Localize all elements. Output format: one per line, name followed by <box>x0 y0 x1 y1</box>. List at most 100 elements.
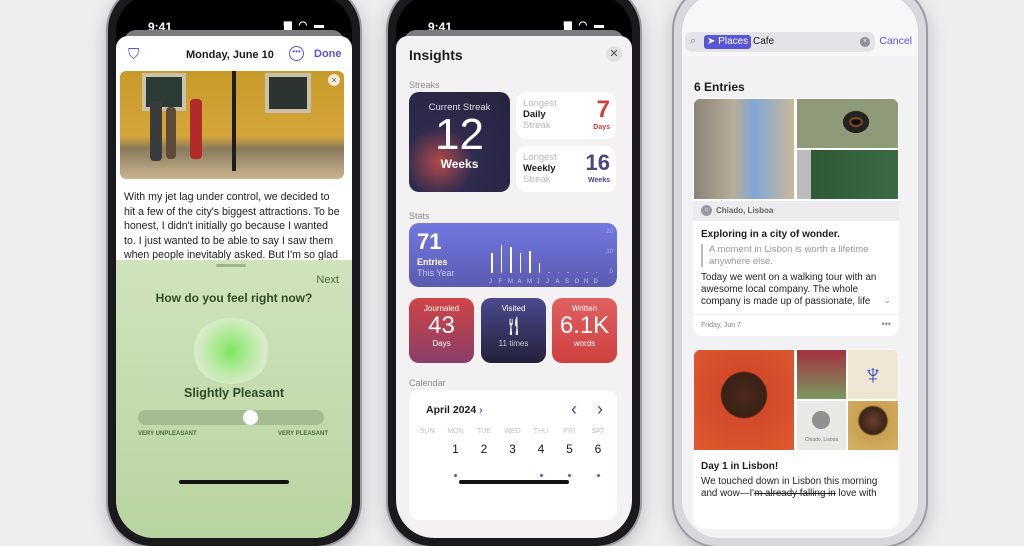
location-bar: ⌂ Chiado, Lisboa <box>693 201 899 221</box>
monthly-entries-chart: J F M A M J J A S O N D 20 10 0 <box>485 229 615 285</box>
mood-value-label: Slightly Pleasant <box>183 386 285 400</box>
previous-month-icon[interactable]: ‹ <box>571 399 577 420</box>
results-count: 6 Entries <box>694 80 745 94</box>
bookmark-icon[interactable]: ⛉ <box>128 46 139 63</box>
weekly-value: 16 <box>585 150 610 175</box>
map-thumbnail[interactable]: Chiado, Lisboa <box>797 401 846 450</box>
calendar-day[interactable]: 2 <box>470 442 498 456</box>
entries-label: Entries <box>417 257 448 267</box>
entry-photo <box>694 99 794 199</box>
mood-question: How do you feel right now? <box>155 291 313 305</box>
remove-photo-icon[interactable]: × <box>328 74 340 86</box>
entry-photo <box>797 99 898 148</box>
places-token[interactable]: ➤ Places <box>704 35 752 49</box>
insights-title: Insights <box>409 47 463 63</box>
entry-excerpt: Today we went on a walking tour with an … <box>701 272 877 307</box>
entry-photo <box>797 150 898 199</box>
phone-search: 9:41▂▄▆ ◠ ▬ ⌕ ➤ Places Cafe × Cancel 6 E… <box>674 0 926 546</box>
chart-bar <box>595 272 597 273</box>
chart-month-label: J <box>489 279 492 285</box>
phone-insights: 9:41 ▂▄▆ ◠ ▬ Insights ✕ Streaks Current S… <box>388 0 640 546</box>
cancel-button[interactable]: Cancel <box>879 35 912 47</box>
slider-knob[interactable] <box>242 410 258 425</box>
mood-slider[interactable] <box>138 410 324 425</box>
calendar-day[interactable]: 1 <box>442 442 470 456</box>
more-options-icon[interactable]: ••• <box>289 46 304 61</box>
current-streak-value: 12 <box>435 110 484 159</box>
chart-bar <box>567 272 569 273</box>
search-field[interactable]: ⌕ ➤ Places Cafe × <box>685 32 875 52</box>
daily-l2: Daily <box>523 109 546 120</box>
mood-panel: Next How do you feel right now? Slightly… <box>116 260 352 538</box>
location-arrow-icon: ➤ <box>707 36 716 47</box>
chart-month-label: O <box>574 279 580 285</box>
close-icon[interactable]: ✕ <box>606 46 622 62</box>
more-options-icon[interactable]: ••• <box>882 319 891 329</box>
home-indicator <box>179 480 289 484</box>
clear-search-icon[interactable]: × <box>860 37 870 47</box>
longest-daily-streak-card[interactable]: Longest Daily Streak 7 Days <box>516 92 616 139</box>
weekday-label: SAT <box>591 428 605 435</box>
daily-l3: Streak <box>523 120 551 131</box>
slider-max-label: VERY PLEASANT <box>277 431 328 437</box>
map-label: Chiado, Lisboa <box>804 437 839 443</box>
location-label: Chiado, Lisboa <box>716 206 774 215</box>
mood-orb[interactable] <box>192 318 270 384</box>
chart-month-label: D <box>593 279 598 285</box>
calendar-day[interactable]: 4 <box>527 442 555 456</box>
screen: 9:41 ▂▄▆ ◠ ▬ ⛉ Monday, June 10 ••• Done ×… <box>116 0 352 538</box>
weekday-label: MON <box>447 428 464 435</box>
chart-bar <box>557 272 559 273</box>
entry-card[interactable]: ⌂ Chiado, Lisboa Exploring in a city of … <box>693 98 899 336</box>
daily-unit: Days <box>593 124 610 131</box>
insights-sheet: Insights ✕ Streaks Current Streak 12 Wee… <box>396 36 632 538</box>
entry-dot <box>584 464 612 482</box>
entry-card[interactable]: ♆ Chiado, Lisboa Day 1 in Lisbon! We tou… <box>693 349 899 529</box>
chart-month-label: S <box>565 279 570 285</box>
next-button[interactable]: Next <box>316 274 339 286</box>
stats-label: Stats <box>409 211 430 221</box>
weekday-label: TUE <box>477 428 491 435</box>
chart-month-label: J <box>536 279 540 285</box>
calendar-day[interactable]: 6 <box>584 442 612 456</box>
chart-month-label: A <box>555 279 560 285</box>
grabber[interactable] <box>216 264 246 267</box>
entries-value: 71 <box>417 229 442 254</box>
streaks-label: Streaks <box>409 80 440 90</box>
weekday-label: WED <box>504 428 521 435</box>
excerpt-part: love with <box>835 488 877 499</box>
chart-month-label: M <box>508 279 513 285</box>
entry-quote: A moment in Lisbon is worth a lifetime a… <box>701 244 891 267</box>
search-query: Cafe <box>753 36 775 47</box>
visited-unit: 11 times <box>498 339 529 348</box>
written-value: 6.1K <box>559 312 610 339</box>
entry-title: Exploring in a city of wonder. <box>701 229 840 240</box>
chart-bar <box>519 253 521 273</box>
daily-value: 7 <box>596 96 610 123</box>
chart-tick-label: 0 <box>609 269 613 275</box>
weekly-l2: Weekly <box>523 163 556 174</box>
done-button[interactable]: Done <box>314 48 342 60</box>
visited-card[interactable]: Visited 🍴︎ 11 times <box>481 298 546 363</box>
weekday-label: THU <box>533 428 549 435</box>
calendar-card: April 2024 › ‹ › SUN MON 1 TUE 2 WED 3 THU 4 FRI 5… <box>409 390 617 520</box>
words-written-card[interactable]: Written 6.1K words <box>552 298 617 363</box>
entries-period: This Year <box>417 268 455 278</box>
month-label: April 2024 <box>426 404 477 416</box>
entries-card[interactable]: 71 Entries This Year J F M A M J J A S O N D 20 10 0 <box>409 223 617 287</box>
chart-bar <box>500 245 502 273</box>
longest-weekly-streak-card[interactable]: Longest Weekly Streak 16 Weeks <box>516 146 616 192</box>
month-picker[interactable]: April 2024 › <box>426 404 483 416</box>
expand-chevron-icon[interactable]: ⌄ <box>883 295 891 306</box>
entry-photo: × <box>120 71 344 179</box>
chart-bar <box>586 272 588 273</box>
entry-date: Monday, June 10 <box>186 49 274 61</box>
next-month-icon[interactable]: › <box>597 399 603 420</box>
chart-tick-label: 10 <box>606 249 613 255</box>
excerpt-strike: m already falling in <box>754 488 836 499</box>
journaled-days-card[interactable]: Journaled 43 Days <box>409 298 474 363</box>
calendar-day[interactable]: 5 <box>556 442 584 456</box>
calendar-day[interactable]: 3 <box>499 442 527 456</box>
current-streak-card[interactable]: Current Streak 12 Weeks <box>409 92 510 192</box>
entry-photo <box>848 401 898 450</box>
